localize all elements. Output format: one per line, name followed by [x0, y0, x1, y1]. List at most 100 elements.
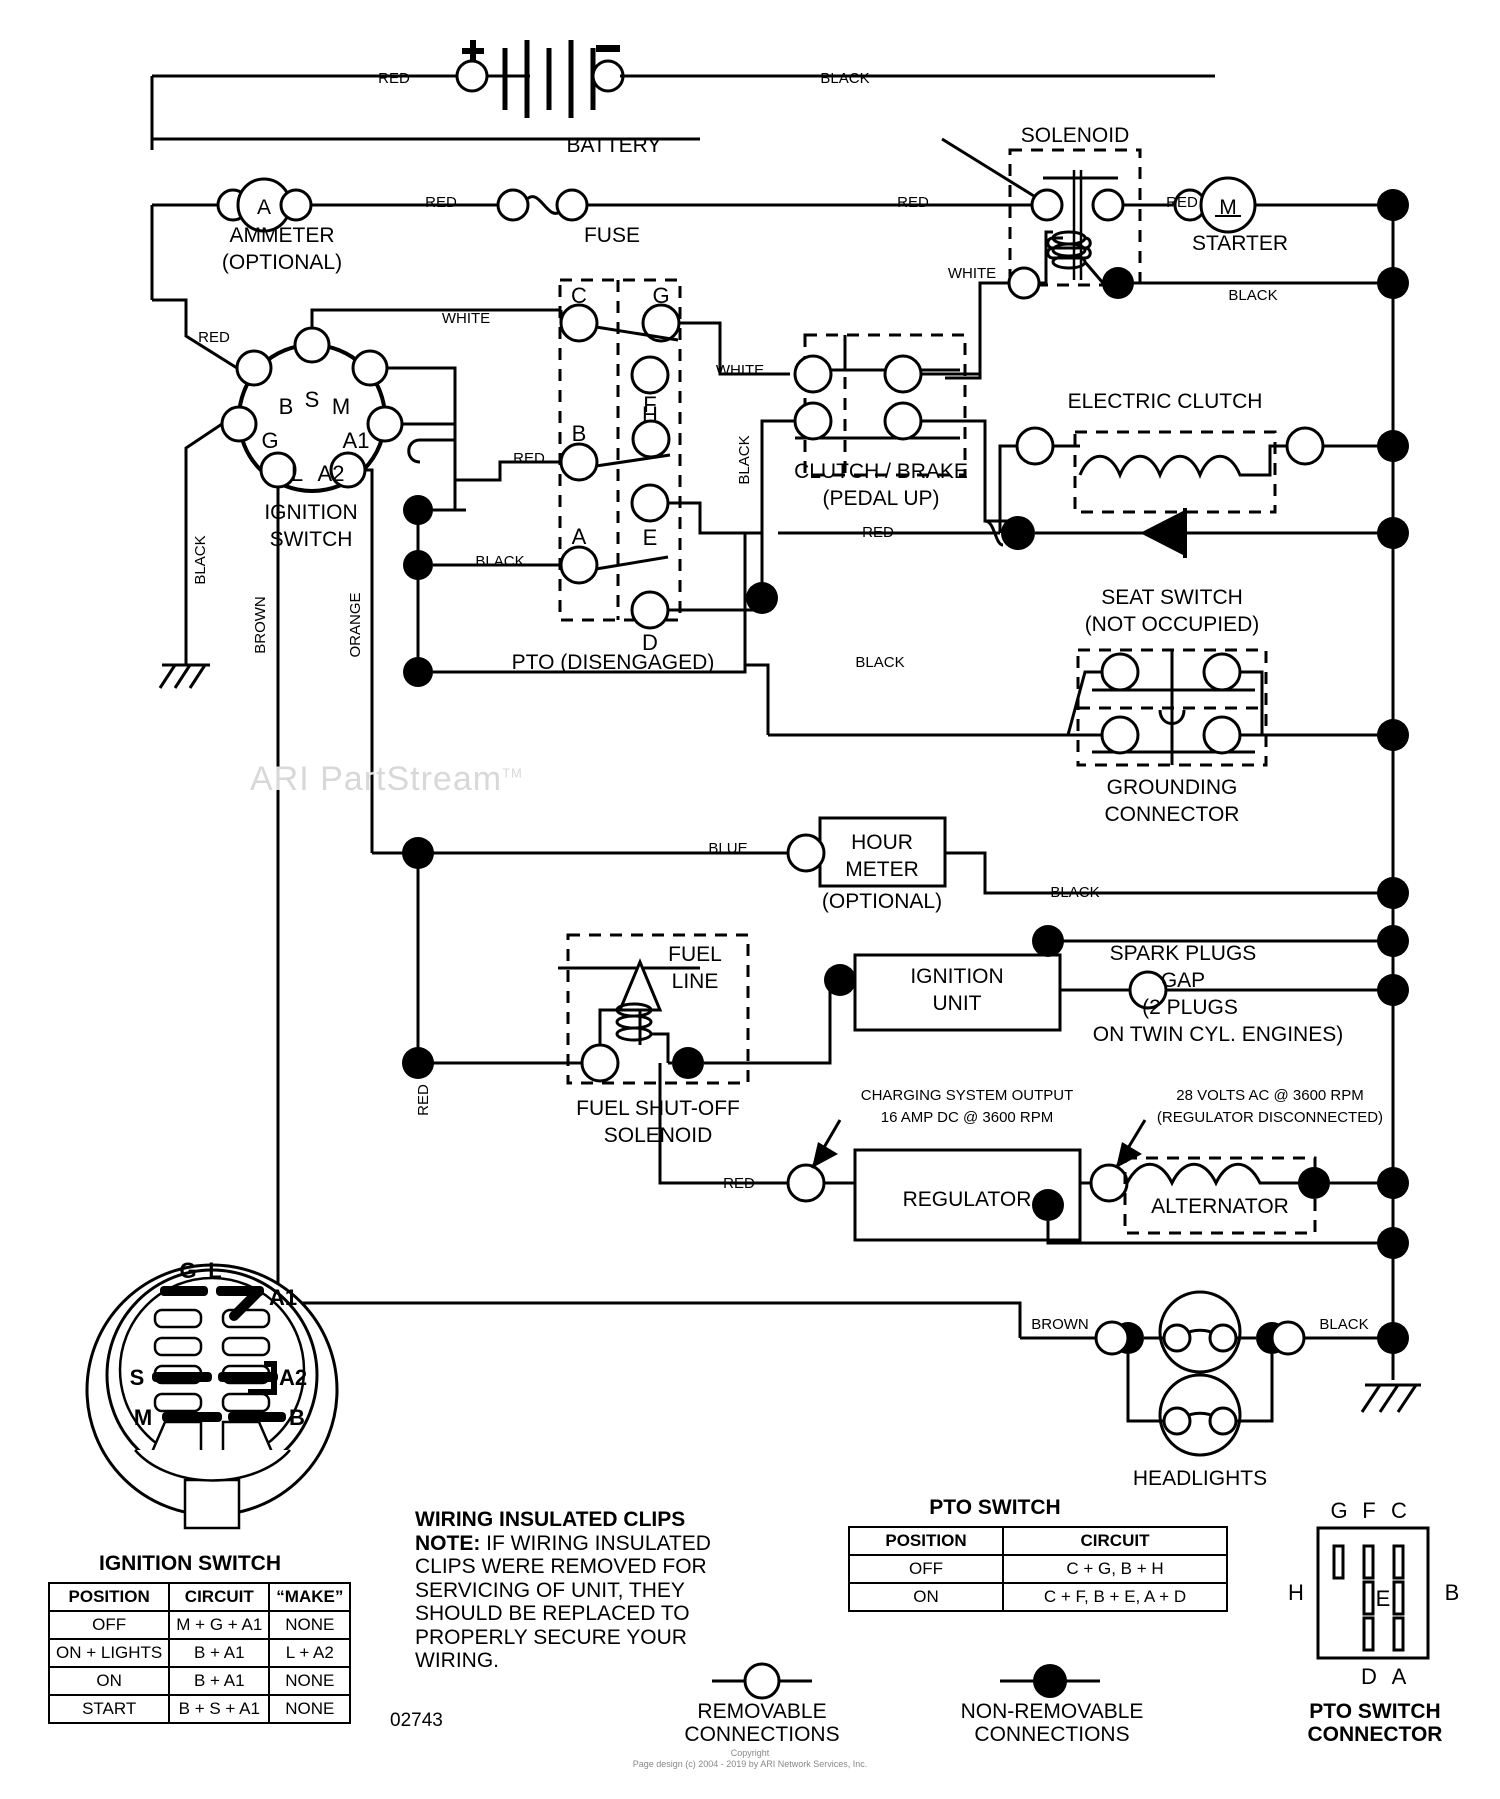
spacer8 — [762, 520, 778, 533]
ign-r0-c2: NONE — [268, 1610, 352, 1640]
label-black-pto-a: BLACK — [475, 553, 524, 570]
solenoid-terminal-in — [1030, 188, 1064, 222]
label-orange-v: ORANGE — [347, 592, 364, 657]
ign-th-make: “MAKE” — [268, 1582, 352, 1612]
spacer12 — [760, 680, 1068, 735]
regulator-terminal-right — [1089, 1163, 1129, 1203]
label-spark-4: ON TWIN CYL. ENGINES) — [1093, 1023, 1343, 1046]
solenoid-group — [941, 137, 1390, 380]
conn-label-C: C — [1391, 1498, 1407, 1523]
table-row: OFF C + G, B + H — [848, 1554, 1228, 1584]
legend-removable-2: CONNECTIONS — [684, 1723, 840, 1747]
table-row: ON C + F, B + E, A + D — [848, 1582, 1228, 1612]
pto-terminal-B — [559, 442, 599, 482]
solenoid-coil-lead2 — [1083, 261, 1105, 284]
ign-r1-c2: L + A2 — [268, 1638, 352, 1668]
ignition-label-G: G — [261, 428, 278, 453]
pto-table-title: PTO SWITCH — [929, 1496, 1061, 1519]
label-starter: STARTER — [1192, 232, 1288, 255]
conn-label-D: D — [1361, 1664, 1377, 1689]
hour-meter-terminal — [786, 833, 826, 873]
ammeter-terminal-right — [279, 188, 313, 222]
pto-th-position: POSITION — [848, 1526, 1004, 1556]
label-starter-symbol: M — [1219, 196, 1237, 219]
solenoid-terminal-out — [1091, 188, 1125, 222]
minus-bar — [596, 45, 620, 52]
plus-v — [470, 40, 476, 62]
ignition-label-L: L — [291, 461, 303, 486]
wire-red-to-regulator — [658, 1063, 788, 1185]
label-red-regulator: RED — [723, 1175, 755, 1192]
note-line-2: SERVICING OF UNIT, THEY — [415, 1578, 685, 1602]
label-ignition-unit-1: IGNITION — [910, 965, 1003, 988]
label-brown-hl: BROWN — [1031, 1316, 1089, 1333]
ign-r3-c1: B + S + A1 — [168, 1694, 271, 1724]
legend-nonremovable-2: CONNECTIONS — [974, 1723, 1130, 1747]
label-ignition-switch-2: SWITCH — [270, 528, 353, 551]
label-clutch-brake-sub: (PEDAL UP) — [822, 487, 939, 510]
pto-switch-table: POSITION CIRCUIT OFF C + G, B + H ON C +… — [848, 1526, 1228, 1612]
legend-nonremovable-circle — [1033, 1664, 1067, 1698]
pto-label-E: E — [643, 525, 658, 550]
pto-r0-c1: C + G, B + H — [1002, 1554, 1228, 1584]
isd-bottom-tab — [183, 1478, 241, 1530]
ign-r0-c0: OFF — [47, 1610, 171, 1640]
diode-triangle — [1140, 510, 1185, 556]
wiring-schematic: RED BLACK BATTERY A AMMETER (OPTIONAL) R… — [0, 0, 1500, 1799]
node-regulator-bottom — [1032, 1189, 1064, 1221]
legend-symbols — [712, 1662, 1100, 1700]
isd-slot-4 — [221, 1336, 271, 1357]
headlight-1-term-r — [1208, 1323, 1238, 1353]
legend-nonremovable-1: NON-REMOVABLE — [960, 1700, 1144, 1723]
label-spark-2: GAP — [1161, 969, 1205, 992]
pto-conn-slot-B — [1392, 1580, 1405, 1616]
isd-label-B: B — [289, 1405, 305, 1430]
wiring-note: WIRING INSULATED CLIPS NOTE: IF WIRING I… — [415, 1508, 745, 1673]
wire-seat-left — [1066, 670, 1102, 737]
isd-label-S: S — [130, 1365, 145, 1390]
node-alternator — [1298, 1167, 1330, 1199]
pto-conn-slot-A — [1392, 1616, 1405, 1652]
ign-r3-c0: START — [47, 1694, 171, 1724]
ign-r1-c0: ON + LIGHTS — [47, 1638, 171, 1668]
ign-r1-c1: B + A1 — [168, 1638, 271, 1668]
ground-bus-group — [1360, 205, 1421, 1413]
fuel-coil-lead-r — [651, 1032, 670, 1055]
battery-positive-terminal — [455, 59, 489, 93]
cb-terminal-4 — [883, 401, 923, 441]
fuel-coil-3 — [615, 1026, 653, 1042]
pto-label-H: H — [642, 402, 658, 427]
label-fuel-line-2: LINE — [672, 970, 719, 993]
label-red-ammeter: RED — [425, 194, 457, 211]
ignition-label-A1: A1 — [343, 428, 370, 453]
label-red-ignition: RED — [198, 329, 230, 346]
note-line-3: SHOULD BE REPLACED TO — [415, 1602, 690, 1626]
watermark-text: ARI PartStream — [250, 760, 503, 798]
wire-seat-right-link — [1240, 670, 1264, 737]
connector-label-1: PTO SWITCH — [1309, 1700, 1441, 1723]
ignition-label-S: S — [305, 387, 320, 412]
pto-switch-group — [400, 278, 790, 687]
isd-blade-M — [162, 1412, 222, 1422]
label-red-fuse: RED — [897, 194, 929, 211]
note-label: NOTE: — [415, 1531, 481, 1555]
copyright-line-1: Copyright — [730, 1748, 770, 1758]
note-title: WIRING INSULATED CLIPS — [415, 1508, 686, 1531]
pto-th-circuit: CIRCUIT — [1002, 1526, 1228, 1556]
ignition-label-A2: A2 — [318, 461, 345, 486]
watermark-tm: TM — [502, 765, 523, 781]
isd-label-M: M — [134, 1405, 152, 1430]
legend-removable-circle — [743, 1662, 781, 1700]
pto-connector-label: PTO SWITCH CONNECTOR — [1280, 1700, 1470, 1746]
note-line-1: CLIPS WERE REMOVED FOR — [415, 1555, 707, 1579]
label-fuel-line-1: FUEL — [668, 943, 722, 966]
headlights-group — [276, 1070, 1409, 1457]
label-white-cb: WHITE — [716, 362, 764, 379]
ign-r2-c0: ON — [47, 1666, 171, 1696]
wire-cb-black-in — [760, 419, 795, 598]
wire-white-to-solenoid — [945, 281, 1009, 380]
conn-label-A: A — [1392, 1664, 1407, 1689]
copyright-block: Copyright Page design (c) 2004 - 2019 by… — [0, 1748, 1500, 1771]
label-blue: BLUE — [708, 840, 747, 857]
label-alternator: ALTERNATOR — [1151, 1195, 1289, 1218]
